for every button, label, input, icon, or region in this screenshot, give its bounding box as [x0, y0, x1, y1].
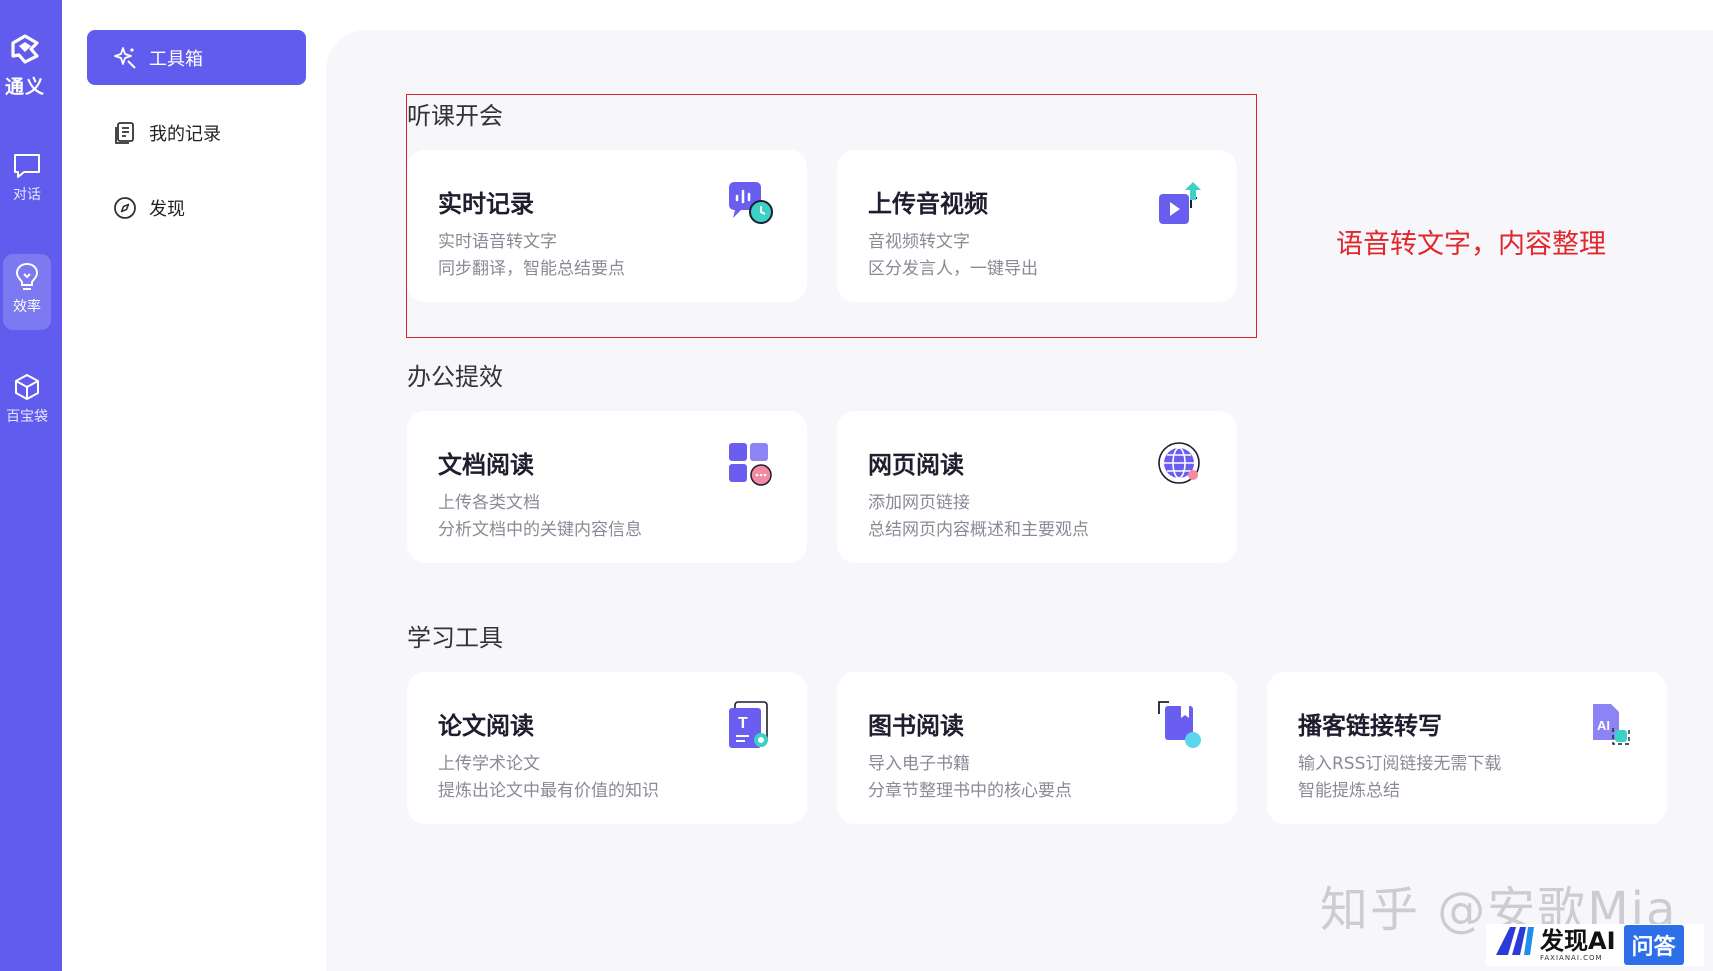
- card-desc-line1: 输入RSS订阅链接无需下载: [1298, 754, 1502, 774]
- left-rail: 通义 对话 效率 百宝袋: [0, 0, 62, 971]
- nav-item-label: 工具箱: [149, 48, 203, 70]
- annotation-text: 语音转文字，内容整理: [1336, 229, 1606, 260]
- rail-item-label: 百宝袋: [6, 409, 48, 425]
- card-desc-line2: 智能提炼总结: [1298, 781, 1400, 801]
- badge-sub: FAXIANAI.COM: [1540, 953, 1603, 962]
- highlight-box: [406, 94, 1257, 338]
- card-webpage-read[interactable]: 网页阅读 添加网页链接 总结网页内容概述和主要观点: [837, 411, 1237, 563]
- section-title-office: 办公提效: [407, 363, 503, 391]
- globe-icon: [1155, 439, 1207, 491]
- card-podcast-transcribe[interactable]: 播客链接转写 输入RSS订阅链接无需下载 智能提炼总结 AI: [1267, 672, 1667, 824]
- podcast-ai-icon: AI: [1585, 700, 1637, 752]
- card-desc-line1: 导入电子书籍: [868, 754, 970, 774]
- document-list-icon: [115, 121, 134, 144]
- card-title: 图书阅读: [868, 712, 964, 740]
- card-title: 播客链接转写: [1298, 712, 1442, 740]
- app-window: 通义 对话 效率 百宝袋 工具箱 我的记录 发现 听课开会 实时记录 实时语音转…: [0, 0, 1713, 971]
- app-logo[interactable]: 通义: [0, 34, 50, 99]
- nav-item-label: 发现: [149, 198, 185, 220]
- card-desc-line2: 提炼出论文中最有价值的知识: [438, 781, 659, 801]
- document-read-icon: [725, 439, 777, 491]
- card-desc-line1: 上传各类文档: [438, 493, 540, 513]
- nav-item-discover[interactable]: 发现: [87, 180, 306, 235]
- rail-item-efficiency[interactable]: 效率: [3, 254, 51, 330]
- card-desc-line2: 总结网页内容概述和主要观点: [868, 520, 1089, 540]
- tongyi-logo-icon: [0, 34, 50, 70]
- card-paper-read[interactable]: 论文阅读 上传学术论文 提炼出论文中最有价值的知识 T: [407, 672, 807, 824]
- card-document-read[interactable]: 文档阅读 上传各类文档 分析文档中的关键内容信息: [407, 411, 807, 563]
- card-title: 网页阅读: [868, 451, 964, 479]
- cube-icon: [15, 374, 39, 400]
- chat-bubble-icon: [14, 154, 40, 178]
- card-book-read[interactable]: 图书阅读 导入电子书籍 分章节整理书中的核心要点: [837, 672, 1237, 824]
- section-title-study: 学习工具: [407, 624, 503, 652]
- rail-item-chat[interactable]: 对话: [3, 152, 51, 210]
- rail-item-toolbag[interactable]: 百宝袋: [3, 372, 51, 430]
- card-title: 文档阅读: [438, 451, 534, 479]
- nav-item-toolbox[interactable]: 工具箱: [87, 30, 306, 85]
- svg-text:AI: AI: [1597, 718, 1610, 733]
- card-desc-line2: 分析文档中的关键内容信息: [438, 520, 642, 540]
- lightbulb-icon: [15, 262, 39, 290]
- brand-name: 通义: [4, 76, 45, 98]
- faxianai-badge: 发现AI FAXIANAI.COM 问答: [1486, 924, 1704, 966]
- paper-read-icon: T: [725, 700, 777, 752]
- secondary-nav: 工具箱 我的记录 发现: [62, 0, 326, 971]
- badge-qa: 问答: [1623, 925, 1684, 965]
- card-desc-line1: 上传学术论文: [438, 754, 540, 774]
- rail-item-label: 效率: [13, 299, 41, 315]
- card-title: 论文阅读: [438, 712, 534, 740]
- faxianai-logo-icon: [1494, 925, 1536, 965]
- card-desc-line1: 添加网页链接: [868, 493, 970, 513]
- sparkle-tool-icon: [114, 46, 136, 69]
- badge-text: 发现AI FAXIANAI.COM: [1540, 929, 1616, 962]
- rail-item-label: 对话: [13, 187, 41, 203]
- compass-icon: [114, 196, 136, 219]
- nav-item-label: 我的记录: [149, 123, 221, 145]
- nav-item-my-records[interactable]: 我的记录: [87, 105, 306, 160]
- book-icon: [1155, 700, 1207, 752]
- card-desc-line2: 分章节整理书中的核心要点: [868, 781, 1072, 801]
- badge-name: 发现AI: [1540, 926, 1616, 955]
- svg-text:T: T: [738, 715, 748, 732]
